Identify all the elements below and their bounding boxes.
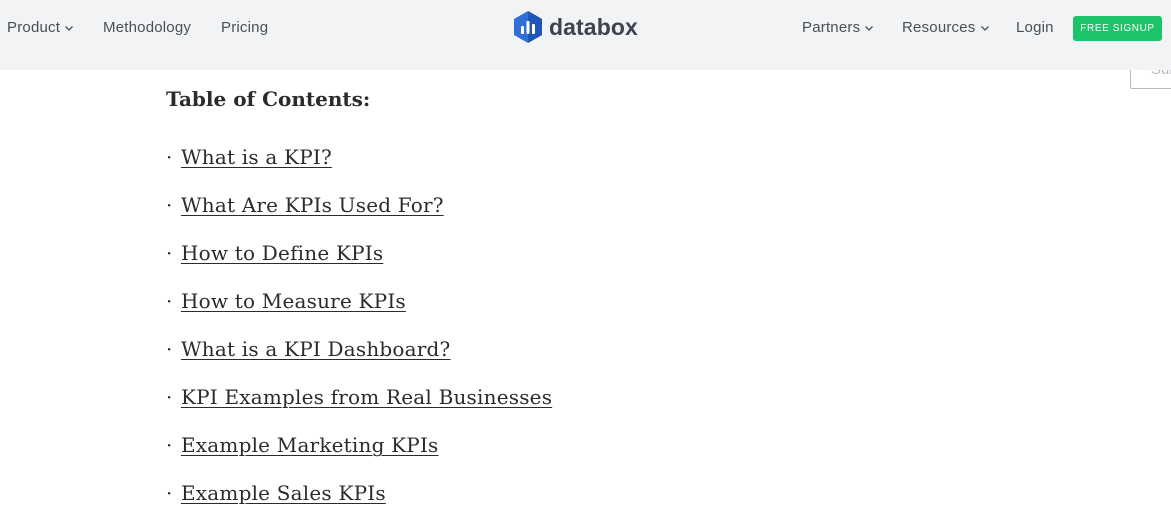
free-signup-button[interactable]: FREE SIGNUP: [1073, 16, 1162, 41]
chevron-down-icon: [65, 26, 74, 31]
toc-link-kpis-used-for[interactable]: What Are KPIs Used For?: [181, 193, 444, 217]
toc-item: · Example Marketing KPIs: [166, 432, 552, 480]
chevron-down-icon: [865, 26, 874, 31]
toc-item: · What is a KPI?: [166, 144, 552, 192]
toc-item: · KPI Examples from Real Businesses: [166, 384, 552, 432]
toc-item: · What is a KPI Dashboard?: [166, 336, 552, 384]
toc-link-kpi-dashboard[interactable]: What is a KPI Dashboard?: [181, 337, 450, 361]
nav-item-login[interactable]: Login: [1016, 19, 1054, 37]
nav-item-methodology[interactable]: Methodology: [103, 19, 191, 37]
toc-link-sales-kpis[interactable]: Example Sales KPIs: [181, 481, 386, 505]
nav-item-partners[interactable]: Partners: [802, 19, 874, 37]
toc-item: · How to Define KPIs: [166, 240, 552, 288]
databox-logo[interactable]: databox: [514, 11, 638, 43]
chevron-down-icon: [980, 26, 989, 31]
toc-item: · How to Measure KPIs: [166, 288, 552, 336]
toc-heading: Table of Contents:: [166, 87, 371, 111]
nav-item-label: Resources: [902, 19, 976, 36]
toc-bullet: ·: [166, 385, 173, 409]
toc-link-measure-kpis[interactable]: How to Measure KPIs: [181, 289, 406, 313]
nav-item-label: Pricing: [221, 19, 269, 36]
toc-item: · What Are KPIs Used For?: [166, 192, 552, 240]
nav-item-resources[interactable]: Resources: [902, 19, 990, 37]
nav-item-label: Partners: [802, 19, 861, 36]
toc-list: · What is a KPI? · What Are KPIs Used For?…: [166, 144, 552, 528]
nav-item-label: Methodology: [103, 19, 192, 36]
toc-bullet: ·: [166, 433, 173, 457]
toc-bullet: ·: [166, 337, 173, 361]
toc-link-kpi-examples[interactable]: KPI Examples from Real Businesses: [181, 385, 552, 409]
toc-bullet: ·: [166, 289, 173, 313]
logo-text: databox: [549, 14, 638, 40]
toc-bullet: ·: [166, 193, 173, 217]
nav-item-label: Product: [7, 19, 61, 36]
nav-item-pricing[interactable]: Pricing: [221, 19, 268, 37]
databox-logo-icon: [514, 11, 542, 43]
toc-bullet: ·: [166, 481, 173, 505]
toc-bullet: ·: [166, 145, 173, 169]
nav-item-label: Login: [1016, 19, 1054, 36]
toc-link-what-is-a-kpi[interactable]: What is a KPI?: [181, 145, 332, 169]
toc-link-define-kpis[interactable]: How to Define KPIs: [181, 241, 383, 265]
nav-item-product[interactable]: Product: [7, 19, 74, 37]
toc-bullet: ·: [166, 241, 173, 265]
top-navbar: Product Methodology Pricing databox Part…: [0, 0, 1171, 70]
toc-link-marketing-kpis[interactable]: Example Marketing KPIs: [181, 433, 439, 457]
toc-item: · Example Sales KPIs: [166, 480, 552, 528]
